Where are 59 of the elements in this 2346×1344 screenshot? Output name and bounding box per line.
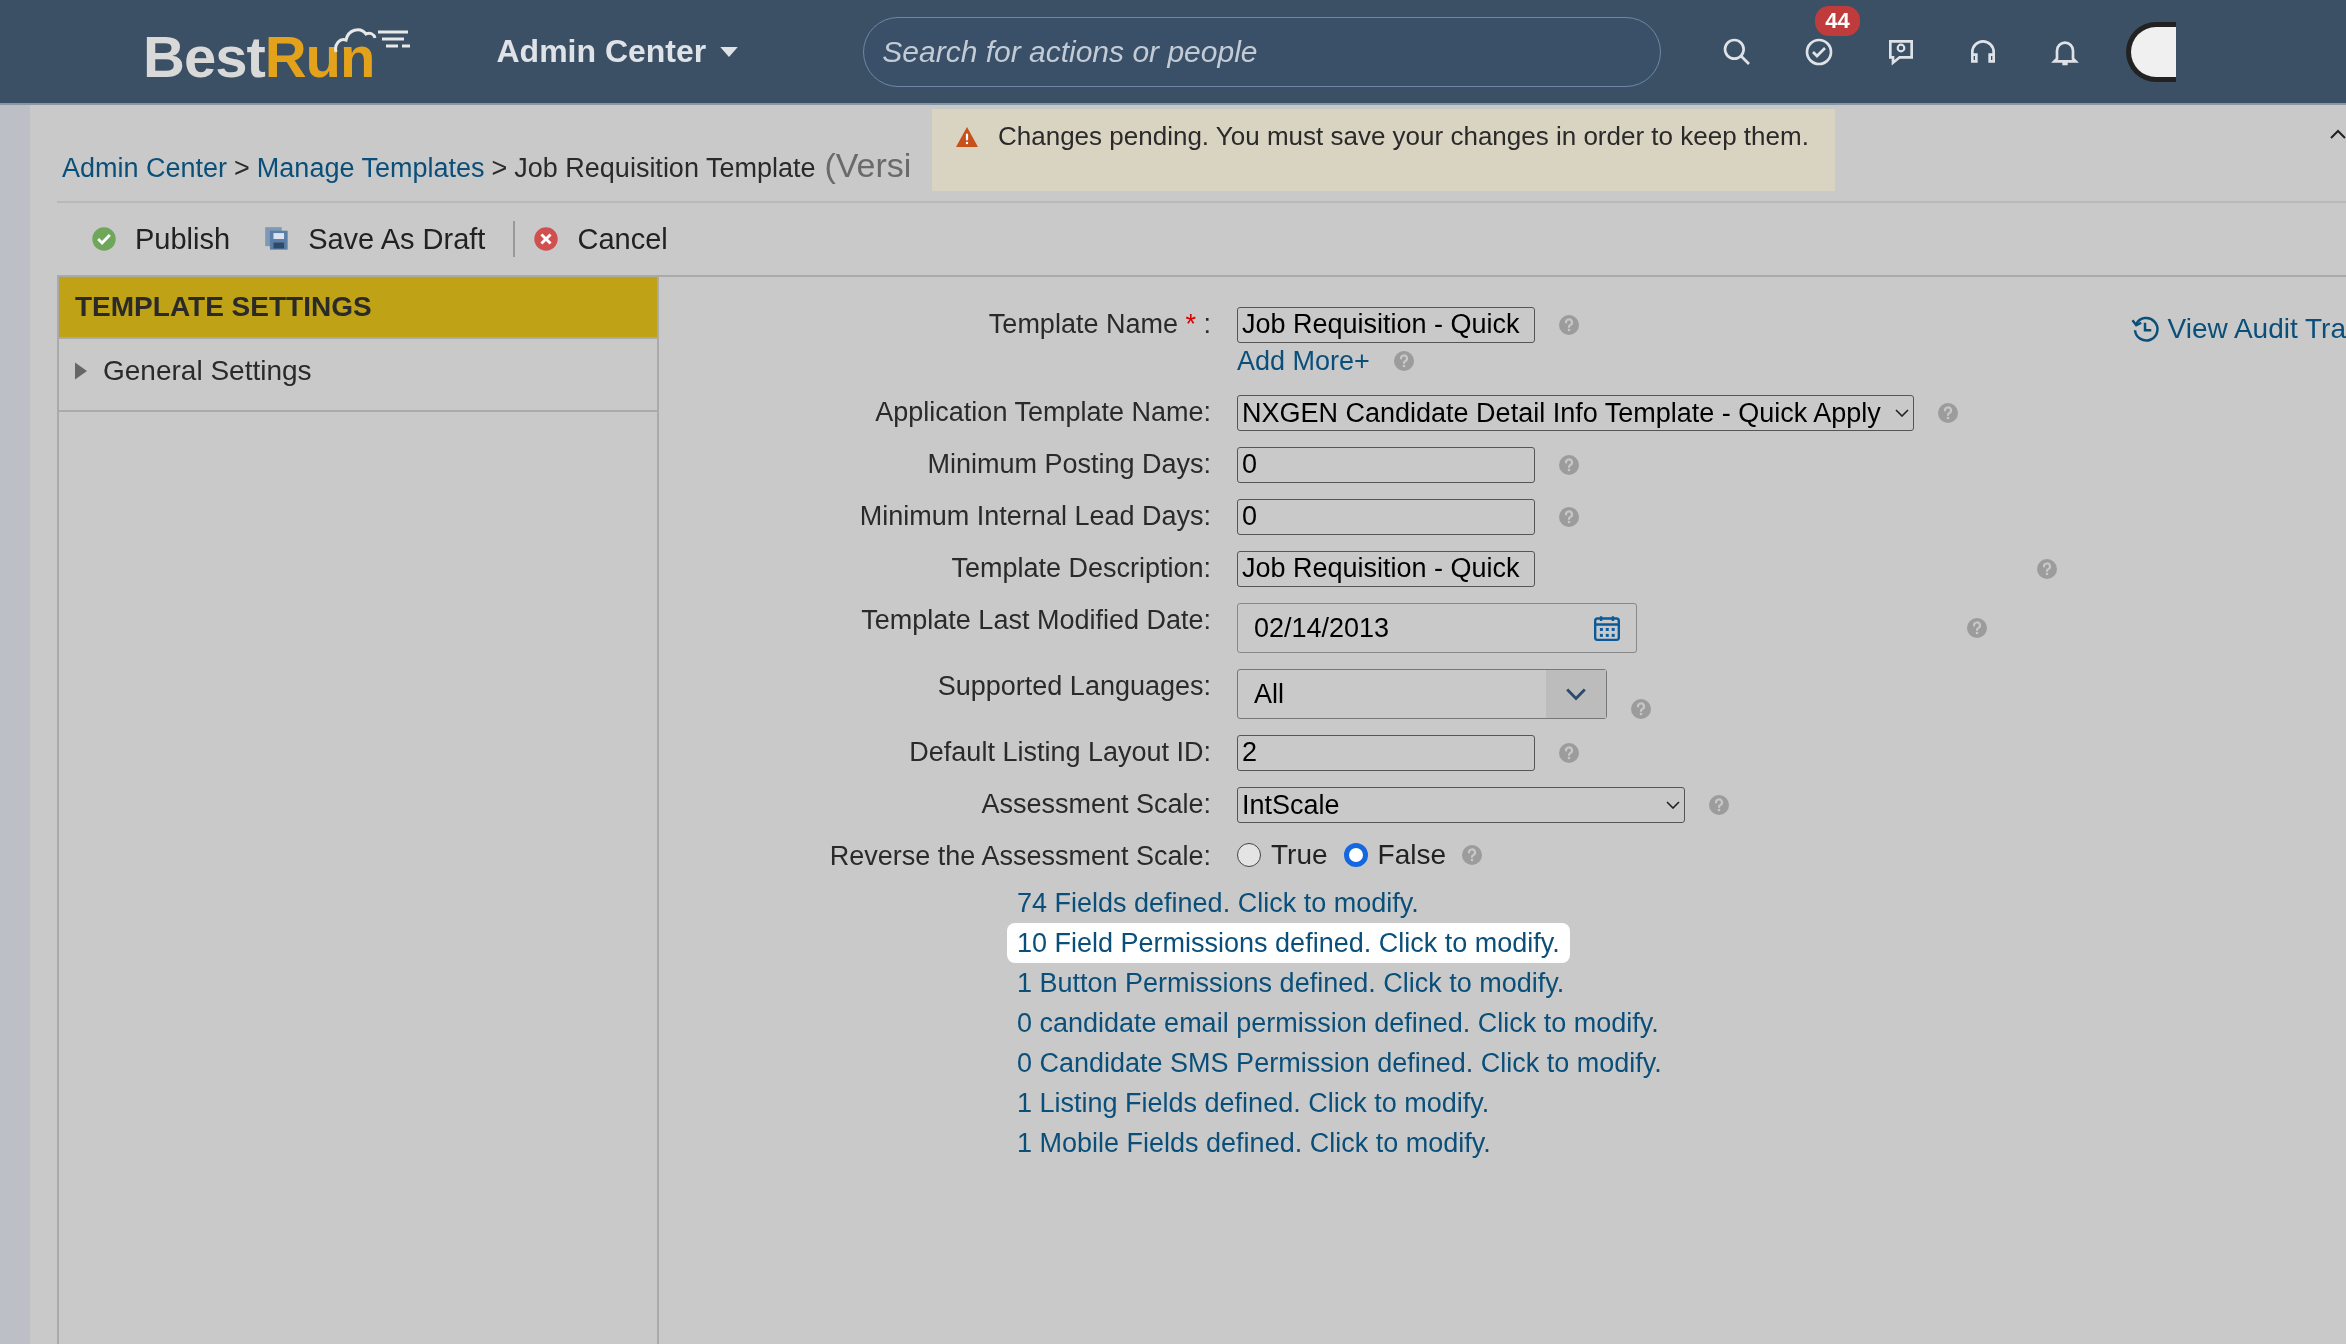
radio-option[interactable]: False [1343,839,1446,871]
breadcrumb-current: Job Requisition Template [514,153,816,184]
chevron-down-icon [1894,409,1909,417]
save-draft-button[interactable]: Save As Draft [258,218,492,260]
chevron-down-icon [1666,801,1680,809]
field-label: Minimum Posting Days: [926,448,1211,481]
field-label: Assessment Scale: [980,788,1211,821]
version-label: (Versi [824,146,912,185]
input-field[interactable]: Job Requisition - Quick [1237,307,1535,343]
notification-badge: 44 [1815,5,1860,36]
search-field[interactable]: Search for actions or people [863,16,1662,87]
sidebar-header: TEMPLATE SETTINGS [59,277,657,337]
modify-link[interactable]: 1 Mobile Fields defined. Click to modify. [1007,1123,1501,1163]
input-field[interactable]: 0 [1237,499,1535,535]
breadcrumb-link[interactable]: Admin Center [62,153,228,184]
logo[interactable]: BestRun [143,17,415,86]
field-label: Template Last Modified Date: [860,604,1211,637]
select-field[interactable]: IntScale [1237,787,1685,823]
input-field[interactable]: Job Requisition - Quick [1237,551,1535,587]
calendar-icon[interactable] [1594,615,1620,641]
modify-link[interactable]: 1 Button Permissions defined. Click to modify. [1007,963,1575,1003]
publish-button[interactable]: Publish [85,218,237,260]
warning-message: Changes pending. You must save your changes in order to keep them. [998,121,1809,152]
breadcrumb-separator: > [234,153,250,184]
field-label: Default Listing Layout ID: [908,736,1211,769]
radio-option[interactable]: True [1237,839,1328,871]
input-field[interactable]: 0 [1237,447,1535,483]
modify-link[interactable]: 0 Candidate SMS Permission defined. Click to modify. [1007,1043,1672,1083]
modify-link[interactable]: 74 Fields defined. Click to modify. [1007,883,1429,923]
field-label: Minimum Internal Lead Days: [858,500,1211,533]
select-field[interactable]: NXGEN Candidate Detail Info Template - Quick Apply [1237,395,1914,431]
chevron-down-icon [1565,687,1587,701]
field-label: Template Description: [950,552,1211,585]
dropdown-field[interactable]: All [1237,669,1607,719]
date-field[interactable]: 02/14/2013 [1237,603,1637,653]
breadcrumb-link[interactable]: Manage Templates [256,153,485,184]
avatar[interactable] [2126,21,2177,82]
caret-icon [720,46,739,57]
check-circle-icon[interactable] [91,226,117,252]
modify-link[interactable]: 0 candidate email permission defined. Click to modify. [1007,1003,1669,1043]
expand-triangle-icon[interactable] [75,361,87,380]
view-audit-trail-link[interactable]: View Audit Tra [2129,313,2346,345]
field-label: Reverse the Assessment Scale: [828,840,1211,873]
modify-link[interactable]: 10 Field Permissions defined. Click to modify. [1007,923,1570,963]
history-icon[interactable] [2129,314,2160,344]
save-draft-icon[interactable] [264,226,291,252]
cancel-button[interactable]: Cancel [527,218,674,260]
input-field[interactable]: 2 [1237,735,1535,771]
add-more-link[interactable]: Add More+ [1237,343,1370,379]
cancel-icon[interactable] [533,226,560,252]
admin-center-menu[interactable]: Admin Center [496,29,739,74]
chevron-up-icon[interactable] [2330,129,2346,139]
field-label: Supported Languages: [936,670,1211,703]
field-label: Application Template Name: [874,396,1211,429]
tree-item[interactable]: General Settings [59,337,657,412]
modify-link[interactable]: 1 Listing Fields defined. Click to modify. [1007,1083,1500,1123]
breadcrumb-separator: > [491,153,508,184]
warning-icon [956,127,978,147]
field-label: Template Name * : [987,308,1211,341]
